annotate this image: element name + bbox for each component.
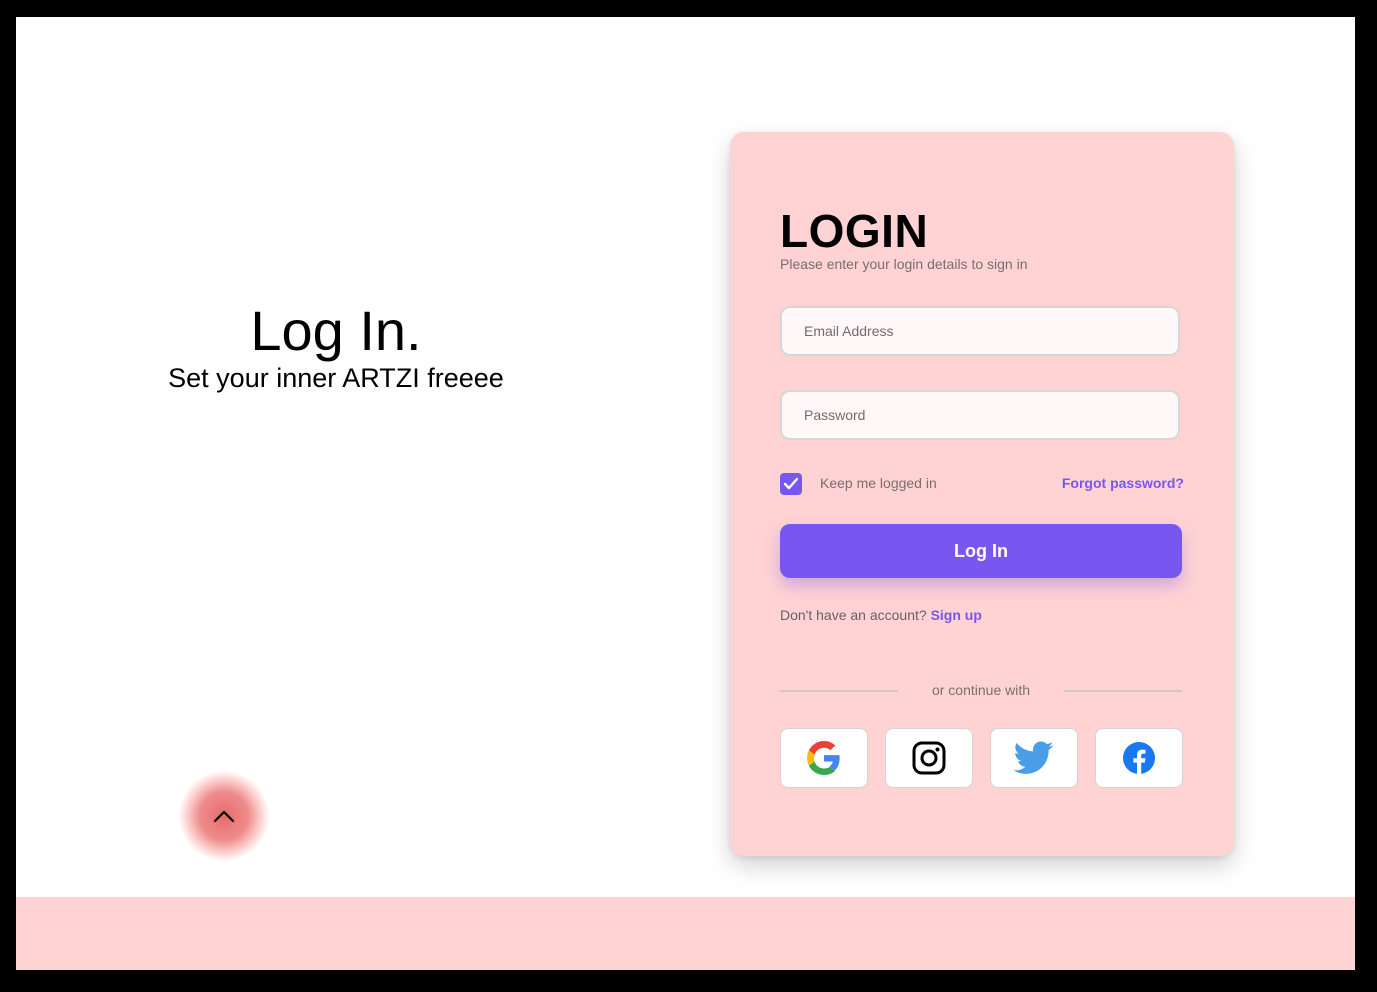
hero-subtitle: Set your inner ARTZI freeee [168, 363, 504, 393]
login-button[interactable]: Log In [780, 524, 1182, 578]
divider-line-right [1064, 690, 1182, 692]
signup-row: Don't have an account? Sign up [780, 607, 982, 623]
twitter-login-button[interactable] [990, 728, 1078, 788]
hero-title: Log In. [250, 299, 422, 362]
google-login-button[interactable] [780, 728, 868, 788]
page-viewport: Log In. Set your inner ARTZI freeee LOGI… [16, 17, 1355, 970]
instagram-login-button[interactable] [885, 728, 973, 788]
email-field[interactable] [780, 306, 1180, 356]
social-login-row [780, 728, 1186, 790]
google-icon [807, 741, 840, 775]
footer-band [16, 897, 1355, 970]
facebook-icon [1123, 742, 1155, 774]
password-field[interactable] [780, 390, 1180, 440]
social-divider: or continue with [780, 682, 1182, 700]
signup-prompt: Don't have an account? [780, 607, 927, 623]
keep-logged-in-label: Keep me logged in [820, 475, 937, 491]
scroll-to-top-button[interactable] [179, 771, 269, 861]
remember-row: Keep me logged in Forgot password? [780, 473, 1184, 495]
hero-section: Log In. Set your inner ARTZI freeee [116, 299, 556, 393]
instagram-icon [912, 741, 946, 775]
facebook-login-button[interactable] [1095, 728, 1183, 788]
login-card: LOGIN Please enter your login details to… [730, 132, 1234, 856]
twitter-icon [1014, 741, 1054, 774]
signup-link[interactable]: Sign up [931, 607, 982, 623]
login-card-subtitle: Please enter your login details to sign … [780, 256, 1028, 272]
chevron-up-icon [213, 810, 235, 823]
keep-logged-in-checkbox[interactable] [780, 473, 802, 495]
check-icon [783, 477, 799, 490]
login-card-title: LOGIN [780, 205, 929, 257]
forgot-password-link[interactable]: Forgot password? [1062, 475, 1184, 491]
